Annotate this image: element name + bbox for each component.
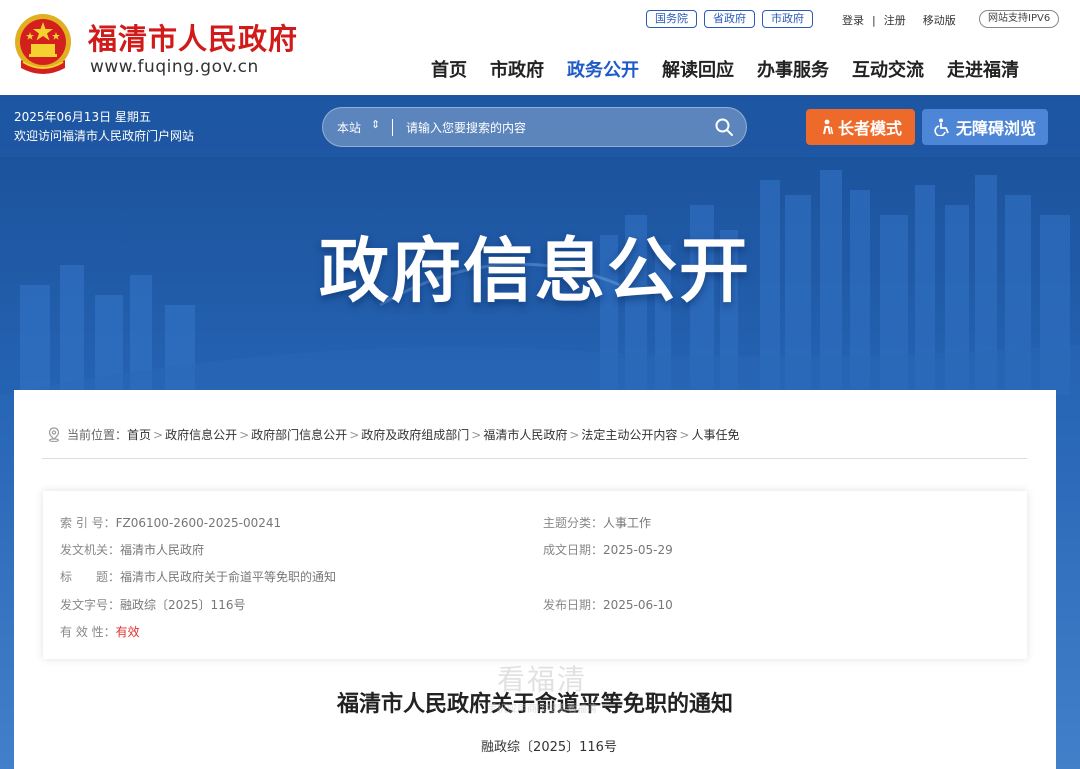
elder-mode-label: 长者模式 — [837, 119, 902, 138]
breadcrumb-gov-depts[interactable]: 政府及政府组成部门 — [361, 426, 469, 443]
elder-mode-button[interactable]: 长者模式 — [806, 109, 915, 145]
site-header: 福清市人民政府 www.fuqing.gov.cn 国务院 省政府 市政府 登录… — [0, 0, 1080, 95]
document-number: 融政综〔2025〕116号 — [481, 740, 617, 755]
meta-topic: 主题分类：人事工作 — [543, 514, 651, 531]
nav-city-government[interactable]: 市政府 — [490, 56, 544, 82]
ipv6-badge: 网站支持IPV6 — [979, 10, 1060, 28]
meta-created-value: 2025-05-29 — [603, 543, 673, 557]
meta-published-value: 2025-06-10 — [603, 598, 673, 612]
breadcrumb-prefix: 当前位置： — [67, 428, 128, 442]
welcome-text: 欢迎访问福清市人民政府门户网站 — [14, 129, 195, 143]
wheelchair-icon — [934, 118, 949, 136]
banner-title: 政府信息公开 — [319, 230, 751, 312]
breadcrumb-home[interactable]: 首页 — [127, 426, 151, 443]
top-links: 国务院 省政府 市政府 — [646, 10, 813, 28]
site-name[interactable]: 福清市人民政府 — [88, 16, 298, 58]
app-watermark: 看福清 手机应用商店搜索看福清 — [472, 658, 612, 715]
meta-validity-value: 有效 — [115, 625, 140, 639]
breadcrumb-separator: > — [349, 427, 360, 442]
search-scope-select[interactable]: 本站 — [337, 119, 361, 136]
watermark-caption: 手机应用商店搜索看福清 — [487, 704, 597, 715]
document-meta-card: 索 引 号：FZ06100-2600-2025-00241 主题分类：人事工作 … — [43, 491, 1027, 659]
mobile-version-link[interactable]: 移动版 — [923, 12, 956, 28]
meta-published-label: 发布日期： — [543, 598, 604, 612]
breadcrumb-separator: > — [679, 427, 690, 442]
breadcrumb-separator: > — [569, 427, 580, 442]
breadcrumb-separator: > — [239, 427, 250, 442]
meta-docno-label: 发文字号： — [60, 598, 121, 612]
date-welcome: 2025年06月13日 星期五 欢迎访问福清市人民政府门户网站 — [14, 108, 194, 146]
accessible-browse-label: 无障碍浏览 — [955, 119, 1036, 138]
watermark-logo-text: 看福清 — [496, 663, 587, 696]
breadcrumb-statutory[interactable]: 法定主动公开内容 — [581, 426, 677, 443]
top-link-city[interactable]: 市政府 — [762, 10, 813, 28]
accessible-browse-button[interactable]: 无障碍浏览 — [922, 109, 1048, 145]
sort-arrows-icon[interactable]: ⇕ — [371, 118, 380, 131]
meta-topic-label: 主题分类： — [543, 516, 604, 530]
breadcrumb-personnel[interactable]: 人事任免 — [691, 426, 739, 443]
breadcrumb-separator: > — [153, 427, 164, 442]
search-input[interactable]: 请输入您要搜索的内容 — [406, 119, 526, 136]
nav-home[interactable]: 首页 — [431, 56, 467, 82]
meta-docno-value: 融政综〔2025〕116号 — [120, 598, 246, 612]
nav-government-affairs[interactable]: 政务公开 — [567, 56, 639, 82]
login-link[interactable]: 登录 — [842, 12, 864, 28]
meta-index-label: 索 引 号： — [60, 516, 116, 530]
current-date: 2025年06月13日 星期五 — [14, 110, 151, 124]
nav-interpretation[interactable]: 解读回应 — [662, 56, 734, 82]
meta-index: 索 引 号：FZ06100-2600-2025-00241 — [60, 514, 281, 531]
top-link-province[interactable]: 省政府 — [704, 10, 755, 28]
nav-interaction[interactable]: 互动交流 — [852, 56, 924, 82]
elder-icon — [823, 119, 834, 135]
meta-created-label: 成文日期： — [543, 543, 604, 557]
meta-validity-label: 有 效 性： — [60, 625, 116, 639]
meta-docno: 发文字号：融政综〔2025〕116号 — [60, 596, 245, 613]
user-links: 登录 | 注册 移动版 — [842, 12, 956, 28]
main-nav: 首页 市政府 政务公开 解读回应 办事服务 互动交流 走进福清 — [431, 56, 1019, 82]
national-emblem-icon[interactable] — [13, 12, 73, 78]
search-divider — [392, 119, 393, 136]
meta-published: 发布日期：2025-06-10 — [543, 596, 673, 613]
breadcrumb-separator: > — [471, 427, 482, 442]
meta-index-value: FZ06100-2600-2025-00241 — [115, 516, 282, 530]
search-box: 本站 ⇕ 请输入您要搜索的内容 — [322, 107, 747, 147]
meta-validity: 有 效 性：有效 — [60, 623, 140, 640]
meta-issuer: 发文机关：福清市人民政府 — [60, 541, 204, 558]
register-link[interactable]: 注册 — [884, 12, 906, 28]
meta-title: 标 题：福清市人民政府关于俞道平等免职的通知 — [60, 568, 336, 585]
meta-title-value: 福清市人民政府关于俞道平等免职的通知 — [120, 570, 337, 584]
meta-created: 成文日期：2025-05-29 — [543, 541, 673, 558]
breadcrumb: 当前位置： 首页 > 政府信息公开 > 政府部门信息公开 > 政府及政府组成部门… — [47, 426, 740, 443]
breadcrumb-dept-info[interactable]: 政府部门信息公开 — [251, 426, 347, 443]
breadcrumb-divider — [42, 458, 1027, 459]
meta-issuer-value: 福清市人民政府 — [120, 543, 205, 557]
top-link-state-council[interactable]: 国务院 — [646, 10, 697, 28]
search-icon[interactable] — [714, 117, 734, 137]
site-url[interactable]: www.fuqing.gov.cn — [90, 57, 259, 77]
nav-about-fuqing[interactable]: 走进福清 — [947, 56, 1019, 82]
meta-issuer-label: 发文机关： — [60, 543, 121, 557]
breadcrumb-gov-info[interactable]: 政府信息公开 — [165, 426, 237, 443]
breadcrumb-city-gov[interactable]: 福清市人民政府 — [483, 426, 567, 443]
meta-title-label: 标 题： — [60, 570, 121, 584]
nav-services[interactable]: 办事服务 — [757, 56, 829, 82]
meta-topic-value: 人事工作 — [603, 516, 652, 530]
location-pin-icon — [48, 427, 60, 442]
user-links-divider: | — [872, 13, 876, 27]
